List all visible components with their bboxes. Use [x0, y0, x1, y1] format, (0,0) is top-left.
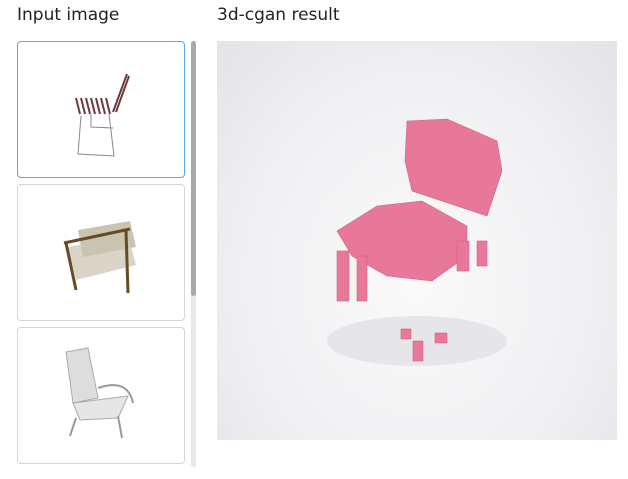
input-image-heading: Input image — [17, 5, 120, 25]
input-image-card-2[interactable] — [17, 184, 185, 321]
chair-armchair-image — [63, 221, 136, 294]
voxel-chair-model — [327, 118, 507, 366]
chair-slatted-image — [75, 73, 130, 157]
input-image-card-1[interactable] — [17, 41, 185, 178]
3d-result-viewport[interactable] — [217, 41, 617, 440]
input-image-card-3[interactable] — [17, 327, 185, 464]
result-heading: 3d-cgan result — [217, 5, 340, 25]
chair-white-image — [65, 347, 134, 439]
scrollbar-thumb[interactable] — [191, 41, 196, 296]
scrollbar[interactable] — [191, 41, 196, 467]
